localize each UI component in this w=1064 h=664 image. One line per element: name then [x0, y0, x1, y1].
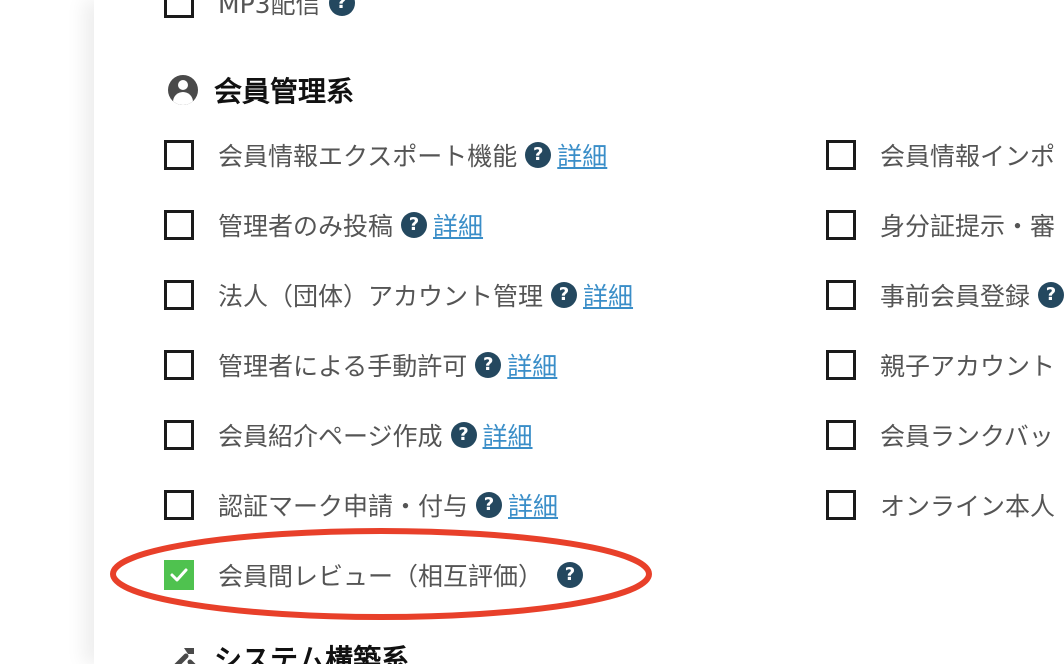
option-label: 会員情報インポ [880, 142, 1056, 171]
help-icon[interactable]: ? [476, 492, 503, 518]
checkbox[interactable] [164, 140, 194, 170]
checkbox[interactable] [164, 210, 194, 240]
checkbox[interactable] [826, 420, 856, 450]
left-gutter [0, 0, 94, 664]
option-mp3[interactable]: MP3配信 ? [164, 0, 355, 20]
detail-link[interactable]: 詳細 [483, 417, 533, 453]
option-admin-only-post[interactable]: 管理者のみ投稿 ? 詳細 [164, 208, 483, 242]
check-icon [170, 568, 188, 582]
option-label: 管理者のみ投稿 [218, 212, 394, 241]
option-label: 管理者による手動許可 [218, 352, 468, 381]
checkbox[interactable] [164, 490, 194, 520]
option-member-rank-badge[interactable]: 会員ランクバッ [826, 418, 1054, 452]
option-id-verification[interactable]: 身分証提示・審 [826, 208, 1055, 242]
option-label: 会員紹介ページ作成 [218, 422, 443, 451]
detail-link[interactable]: 詳細 [508, 487, 558, 523]
checkbox[interactable] [826, 280, 856, 310]
option-label: オンライン本人 [880, 492, 1056, 521]
option-parent-child-account[interactable]: 親子アカウント [826, 348, 1055, 382]
checkbox[interactable] [826, 350, 856, 380]
help-icon[interactable]: ? [551, 282, 578, 308]
option-label: 会員間レビュー（相互評価） [218, 562, 544, 591]
option-label: 認証マーク申請・付与 [218, 492, 469, 521]
checkbox[interactable] [164, 280, 194, 310]
detail-link[interactable]: 詳細 [433, 207, 483, 243]
option-corporate-account[interactable]: 法人（団体）アカウント管理 ? 詳細 [164, 278, 633, 312]
checkbox[interactable] [164, 350, 194, 380]
help-icon[interactable]: ? [450, 422, 477, 448]
detail-link[interactable]: 詳細 [583, 277, 633, 313]
help-icon[interactable]: ? [401, 212, 428, 238]
detail-link[interactable]: 詳細 [557, 137, 607, 173]
option-label: 会員ランクバッ [880, 422, 1054, 451]
checkbox[interactable] [826, 140, 856, 170]
options-panel: MP3配信 ? 会員管理系 会員情報エクスポート機能 ? 詳細 管理者のみ投稿 … [94, 0, 1064, 664]
checkbox-checked[interactable] [164, 560, 194, 590]
option-member-intro-page[interactable]: 会員紹介ページ作成 ? 詳細 [164, 418, 533, 452]
option-label: 親子アカウント [880, 352, 1056, 381]
section-title-system: システム構築系 [168, 638, 409, 664]
help-icon[interactable]: ? [328, 0, 355, 16]
user-circle-icon [168, 75, 198, 105]
checkbox[interactable] [826, 490, 856, 520]
tools-icon [174, 648, 196, 664]
option-member-import[interactable]: 会員情報インポ [826, 138, 1055, 172]
option-certification-mark[interactable]: 認証マーク申請・付与 ? 詳細 [164, 488, 558, 522]
help-icon[interactable]: ? [1038, 282, 1064, 308]
checkbox[interactable] [164, 0, 194, 18]
section-title-text: システム構築系 [214, 643, 410, 664]
option-label: 身分証提示・審 [880, 212, 1056, 241]
option-label: 会員情報エクスポート機能 [218, 142, 518, 171]
option-member-export[interactable]: 会員情報エクスポート機能 ? 詳細 [164, 138, 607, 172]
option-member-review[interactable]: 会員間レビュー（相互評価） ? [164, 558, 584, 592]
option-label: 事前会員登録 [880, 282, 1031, 311]
detail-link[interactable]: 詳細 [507, 347, 557, 383]
checkbox[interactable] [826, 210, 856, 240]
help-icon[interactable]: ? [475, 352, 502, 378]
option-pre-registration[interactable]: 事前会員登録 ? [826, 278, 1064, 312]
checkbox[interactable] [164, 420, 194, 450]
section-title-text: 会員管理系 [214, 75, 355, 108]
help-icon[interactable]: ? [525, 142, 552, 168]
option-manual-approval[interactable]: 管理者による手動許可 ? 詳細 [164, 348, 557, 382]
section-title-member: 会員管理系 [168, 70, 354, 110]
option-label: 法人（団体）アカウント管理 [218, 282, 544, 311]
option-online-identity[interactable]: オンライン本人 [826, 488, 1055, 522]
option-label: MP3配信 [218, 0, 321, 19]
help-icon[interactable]: ? [557, 562, 584, 588]
